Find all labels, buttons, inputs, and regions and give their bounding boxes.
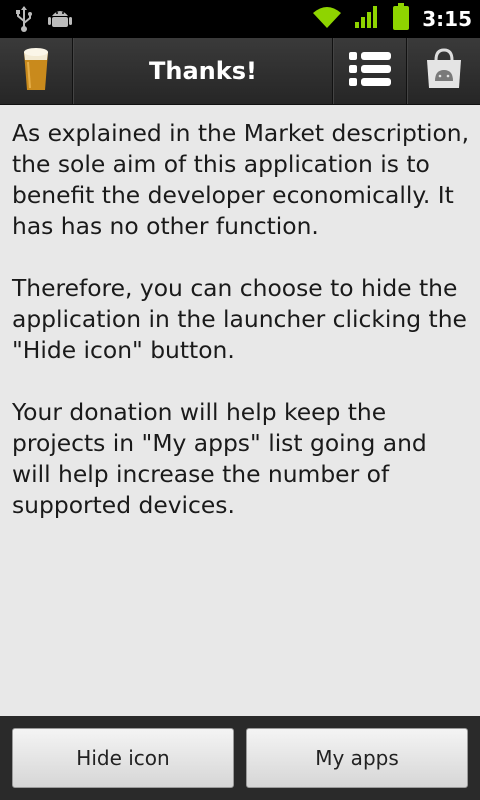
my-apps-button[interactable]: My apps [246,728,468,788]
app-home-button[interactable] [0,38,72,104]
page-title: Thanks! [149,57,257,85]
clock: 3:15 [422,7,472,31]
hide-icon-button[interactable]: Hide icon [12,728,234,788]
signal-icon [354,5,380,33]
wifi-icon [312,5,342,33]
donation-message: As explained in the Market description, … [12,118,472,552]
bottom-button-bar: Hide icon My apps [0,716,480,800]
paragraph: As explained in the Market description, … [12,119,470,240]
market-button[interactable] [408,38,480,104]
status-bar: 3:15 [0,0,480,38]
beer-app-icon [22,46,50,96]
paragraph: Therefore, you can choose to hide the ap… [12,274,467,364]
my-apps-list-button[interactable] [334,38,406,104]
paragraph: Your donation will help keep the project… [12,398,427,519]
list-menu-icon [349,51,391,91]
usb-icon [14,6,34,36]
battery-icon [392,3,410,35]
action-bar: Thanks! [0,38,480,105]
android-debug-icon [48,6,72,36]
market-bag-icon [425,48,463,94]
